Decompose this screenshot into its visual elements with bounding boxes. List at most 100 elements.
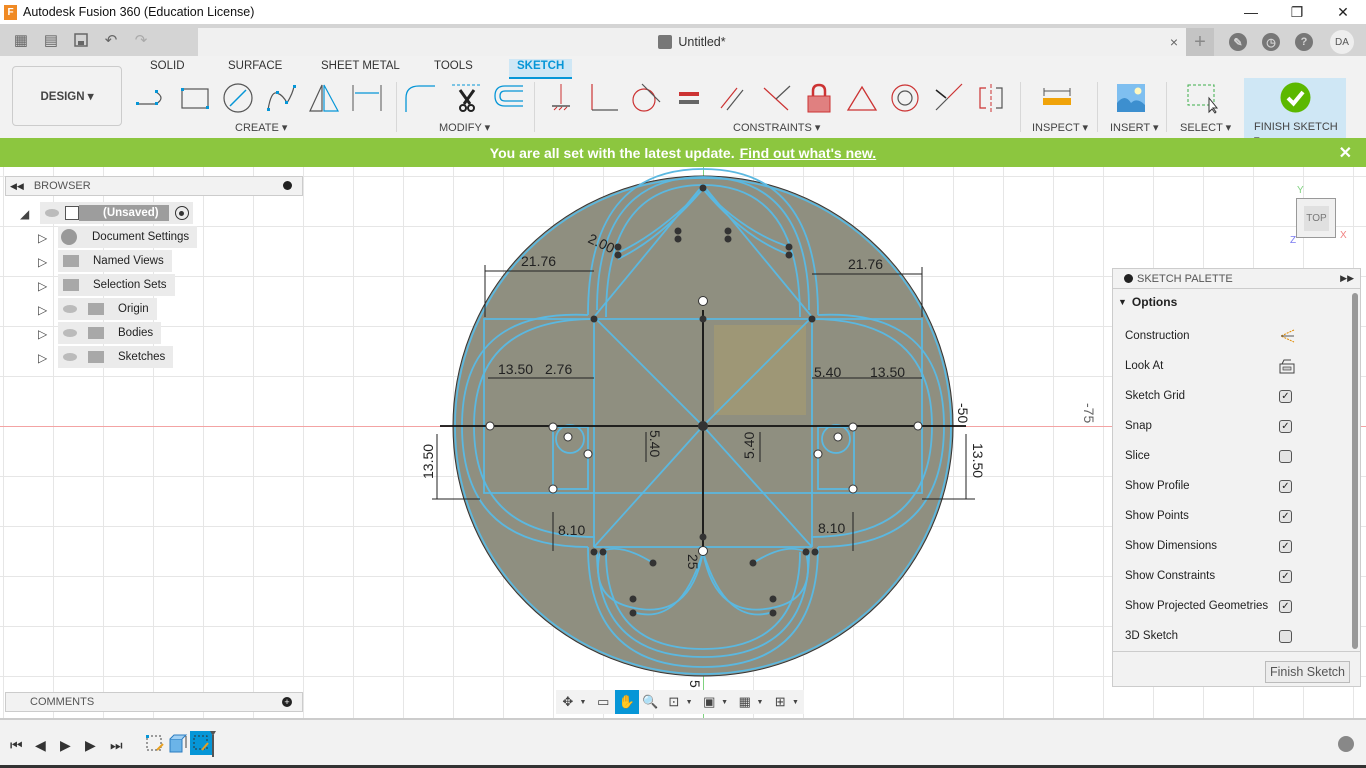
symmetry-constraint-icon[interactable] — [974, 82, 1008, 114]
add-comment-icon[interactable]: + — [282, 697, 292, 707]
timeline-last-icon[interactable]: ⏭ — [110, 737, 123, 754]
new-tab-button[interactable]: + — [1186, 28, 1214, 56]
parallel-constraint-icon[interactable] — [716, 82, 750, 114]
visibility-eye-icon[interactable] — [63, 353, 77, 361]
dimension-8-10-left[interactable]: 8.10 — [558, 522, 585, 538]
minimize-button[interactable]: — — [1228, 0, 1274, 24]
tab-surface[interactable]: SURFACE — [220, 59, 290, 79]
palette-row-slice[interactable]: Slice — [1113, 441, 1349, 471]
dimension-2-76[interactable]: 2.76 — [545, 361, 572, 377]
pan-hand-icon[interactable]: ✋ — [615, 690, 639, 714]
visibility-eye-icon[interactable] — [63, 305, 77, 313]
viewports-icon[interactable]: ⊞ — [768, 690, 792, 714]
offset-tool-icon[interactable] — [491, 82, 525, 114]
timeline-sketch-feature-icon[interactable] — [145, 734, 165, 754]
select-window-icon[interactable] — [1185, 82, 1219, 114]
collinear-constraint-icon[interactable] — [931, 82, 965, 114]
mirror-tool-icon[interactable] — [307, 82, 341, 114]
browser-item-document-settings[interactable]: ▷ Document Settings — [38, 226, 198, 248]
undo-icon[interactable]: ↶ — [98, 27, 124, 53]
fix-constraint-icon[interactable] — [544, 82, 578, 114]
expand-triangle-icon[interactable]: ▷ — [38, 255, 48, 269]
viewports-dropdown-icon[interactable]: ▼ — [792, 699, 799, 706]
dimension-5-40-mid-left[interactable]: 5.40 — [647, 430, 663, 457]
document-tab[interactable]: Untitled* × — [198, 28, 1186, 56]
show-profile-checkbox[interactable]: ✓ — [1279, 479, 1292, 493]
expand-triangle-icon[interactable]: ▷ — [38, 279, 48, 293]
fillet-tool-icon[interactable] — [403, 82, 437, 114]
orbit-icon[interactable]: ✥ — [556, 690, 580, 714]
3d-sketch-checkbox[interactable] — [1279, 629, 1292, 643]
concentric-constraint-icon[interactable] — [888, 82, 922, 114]
expand-triangle-icon[interactable]: ▷ — [38, 303, 48, 317]
select-group-label[interactable]: SELECT ▾ — [1180, 121, 1231, 134]
equal-constraint-icon[interactable] — [673, 82, 707, 114]
display-dropdown-icon[interactable]: ▼ — [721, 699, 728, 706]
browser-item-selection-sets[interactable]: ▷ Selection Sets — [38, 274, 175, 296]
display-settings-icon[interactable]: ▣ — [698, 690, 722, 714]
browser-panel-header[interactable]: ◀◀ BROWSER — [5, 176, 303, 196]
palette-expand-icon[interactable]: ▶▶ — [1340, 273, 1354, 284]
comments-panel-header[interactable]: COMMENTS + — [5, 692, 303, 712]
show-constraints-checkbox[interactable]: ✓ — [1279, 569, 1292, 583]
palette-row-look-at[interactable]: Look At — [1113, 351, 1349, 381]
palette-row-show-profile[interactable]: Show Profile ✓ — [1113, 471, 1349, 501]
dimension-21-76-left[interactable]: 21.76 — [521, 253, 556, 269]
horizontal-vertical-constraint-icon[interactable] — [759, 82, 793, 114]
fix-unfix-lock-icon[interactable] — [802, 82, 836, 114]
timeline-play-icon[interactable]: ▶ — [60, 737, 71, 754]
palette-scrollbar[interactable] — [1352, 293, 1358, 649]
modify-group-label[interactable]: MODIFY ▾ — [439, 121, 490, 134]
timeline-previous-icon[interactable]: ◀ — [35, 737, 46, 754]
palette-row-show-points[interactable]: Show Points ✓ — [1113, 501, 1349, 531]
whats-new-link[interactable]: Find out what's new. — [740, 145, 877, 161]
dimension-13-50-right-top[interactable]: 13.50 — [870, 364, 905, 380]
palette-row-show-dimensions[interactable]: Show Dimensions ✓ — [1113, 531, 1349, 561]
expand-triangle-icon[interactable]: ▷ — [38, 231, 48, 245]
finish-sketch-button[interactable]: FINISH SKETCH ▾ — [1244, 78, 1346, 146]
circle-tool-icon[interactable] — [221, 82, 255, 114]
redo-icon[interactable]: ↷ — [128, 27, 154, 53]
browser-item-origin[interactable]: ▷ Origin — [38, 298, 157, 320]
sketch-dimension-icon[interactable] — [350, 82, 384, 114]
palette-row-3d-sketch[interactable]: 3D Sketch — [1113, 621, 1349, 651]
inspect-group-label[interactable]: INSPECT ▾ — [1032, 121, 1088, 134]
collapse-triangle-icon[interactable]: ◢ — [20, 207, 30, 221]
constraints-group-label[interactable]: CONSTRAINTS ▾ — [733, 121, 820, 134]
palette-row-show-constraints[interactable]: Show Constraints ✓ — [1113, 561, 1349, 591]
workspace-switcher[interactable]: DESIGN ▾ — [12, 66, 122, 126]
insert-image-icon[interactable] — [1114, 82, 1148, 114]
restore-button[interactable]: ❐ — [1274, 0, 1320, 24]
spline-tool-icon[interactable] — [264, 82, 298, 114]
viewcube[interactable]: TOP — [1296, 198, 1336, 238]
expand-triangle-icon[interactable]: ▷ — [38, 327, 48, 341]
trim-tool-icon[interactable] — [450, 82, 484, 114]
close-banner-icon[interactable]: ✕ — [1339, 143, 1352, 163]
root-component-name[interactable]: (Unsaved) — [79, 205, 169, 221]
viewcube-top-face[interactable]: TOP — [1304, 206, 1329, 231]
palette-minimize-icon[interactable] — [1124, 274, 1133, 283]
show-points-checkbox[interactable]: ✓ — [1279, 509, 1292, 523]
timeline-settings-gear-icon[interactable] — [1338, 736, 1354, 752]
palette-row-show-projected-geometries[interactable]: Show Projected Geometries ✓ — [1113, 591, 1349, 621]
browser-item-named-views[interactable]: ▷ Named Views — [38, 250, 172, 272]
browser-root-row[interactable]: ◢ (Unsaved) — [20, 202, 193, 224]
browser-minimize-icon[interactable] — [283, 181, 292, 190]
extensions-icon[interactable]: ✎ — [1229, 33, 1247, 51]
help-icon[interactable]: ? — [1295, 33, 1313, 51]
dimension-13-50-side-left[interactable]: 13.50 — [420, 444, 436, 479]
tab-sketch[interactable]: SKETCH — [509, 59, 573, 79]
palette-row-snap[interactable]: Snap ✓ — [1113, 411, 1349, 441]
tab-solid[interactable]: SOLID — [142, 59, 193, 79]
palette-row-sketch-grid[interactable]: Sketch Grid ✓ — [1113, 381, 1349, 411]
sketch-grid-checkbox[interactable]: ✓ — [1279, 389, 1292, 403]
browser-item-bodies[interactable]: ▷ Bodies — [38, 322, 162, 344]
timeline-active-sketch-feature-icon[interactable] — [190, 731, 216, 757]
user-avatar[interactable]: DA — [1330, 30, 1354, 54]
show-projected-geometries-checkbox[interactable]: ✓ — [1279, 599, 1292, 613]
zoom-icon[interactable]: 🔍 — [639, 690, 663, 714]
timeline-next-icon[interactable]: ▶ — [85, 737, 96, 754]
visibility-eye-icon[interactable] — [63, 329, 77, 337]
timeline-first-icon[interactable]: ⏮ — [10, 737, 23, 754]
tab-tools[interactable]: TOOLS — [426, 59, 481, 79]
